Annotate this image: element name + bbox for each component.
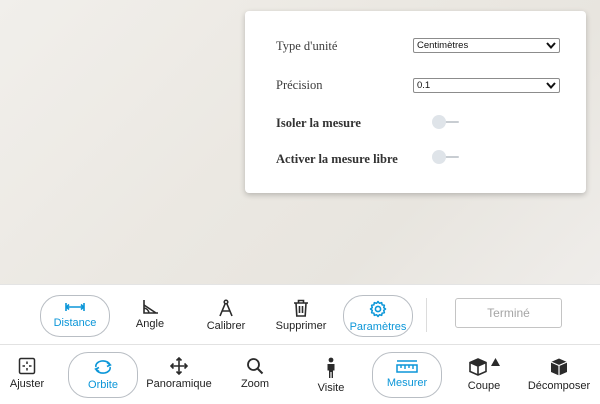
walk-label: Visite [317, 382, 345, 394]
measure-settings-panel: Type d'unité Centimètres Précision 0.1 I… [245, 11, 586, 193]
angle-label: Angle [135, 318, 165, 330]
angle-icon [143, 300, 158, 314]
move-arrows-icon [170, 357, 188, 375]
distance-label: Distance [53, 317, 97, 329]
fit-label: Ajuster [9, 378, 45, 390]
measure-button[interactable]: Mesurer [372, 352, 442, 398]
unit-type-select[interactable]: Centimètres [413, 38, 560, 53]
delete-label: Supprimer [275, 320, 327, 332]
free-measure-label: Activer la mesure libre [276, 152, 398, 166]
fit-to-view-icon [18, 357, 36, 375]
settings-label: Paramètres [349, 321, 407, 333]
fit-button[interactable]: Ajuster [6, 352, 48, 398]
compass-icon [219, 299, 233, 317]
section-button[interactable]: Coupe [462, 352, 506, 398]
pan-button[interactable]: Panoramique [146, 352, 212, 398]
settings-button[interactable]: Paramètres [343, 295, 413, 337]
precision-value: 0.1 [417, 80, 431, 91]
zoom-label: Zoom [240, 378, 270, 390]
unit-type-label: Type d'unité [276, 39, 338, 53]
toolbar-divider [426, 298, 427, 332]
orbit-button[interactable]: Orbite [68, 352, 138, 398]
explode-button[interactable]: Décomposer [526, 352, 592, 398]
pan-label: Panoramique [146, 378, 212, 390]
orbit-icon [94, 360, 112, 374]
cube-icon [550, 358, 568, 376]
toggle-knob [432, 115, 446, 129]
search-icon [247, 358, 264, 375]
distance-icon [65, 303, 85, 311]
delete-button[interactable]: Supprimer [274, 295, 328, 337]
isolate-measure-label: Isoler la mesure [276, 116, 361, 130]
free-measure-toggle[interactable] [432, 150, 459, 164]
zoom-button[interactable]: Zoom [238, 352, 272, 398]
toggle-knob [432, 150, 446, 164]
section-label: Coupe [467, 380, 501, 392]
precision-select[interactable]: 0.1 [413, 78, 560, 93]
calibrate-label: Calibrer [206, 320, 246, 332]
walk-button[interactable]: Visite [314, 352, 348, 398]
ruler-icon [396, 360, 418, 373]
main-toolbar: Ajuster Orbite Panoramique Zoom Visite M… [0, 344, 600, 404]
explode-label: Décomposer [527, 380, 591, 392]
orbit-label: Orbite [88, 379, 118, 391]
trash-icon [294, 299, 308, 317]
angle-button[interactable]: Angle [130, 295, 170, 337]
measure-label: Mesurer [386, 377, 428, 389]
calibrate-button[interactable]: Calibrer [204, 295, 248, 337]
chevron-down-icon [546, 82, 556, 90]
precision-label: Précision [276, 78, 323, 92]
distance-button[interactable]: Distance [40, 295, 110, 337]
isolate-measure-toggle[interactable] [432, 115, 459, 129]
gear-icon [369, 300, 387, 318]
person-icon [327, 357, 335, 378]
unit-type-value: Centimètres [417, 40, 469, 51]
done-button[interactable]: Terminé [455, 298, 562, 328]
section-cube-icon [469, 358, 500, 376]
chevron-down-icon [546, 42, 556, 50]
